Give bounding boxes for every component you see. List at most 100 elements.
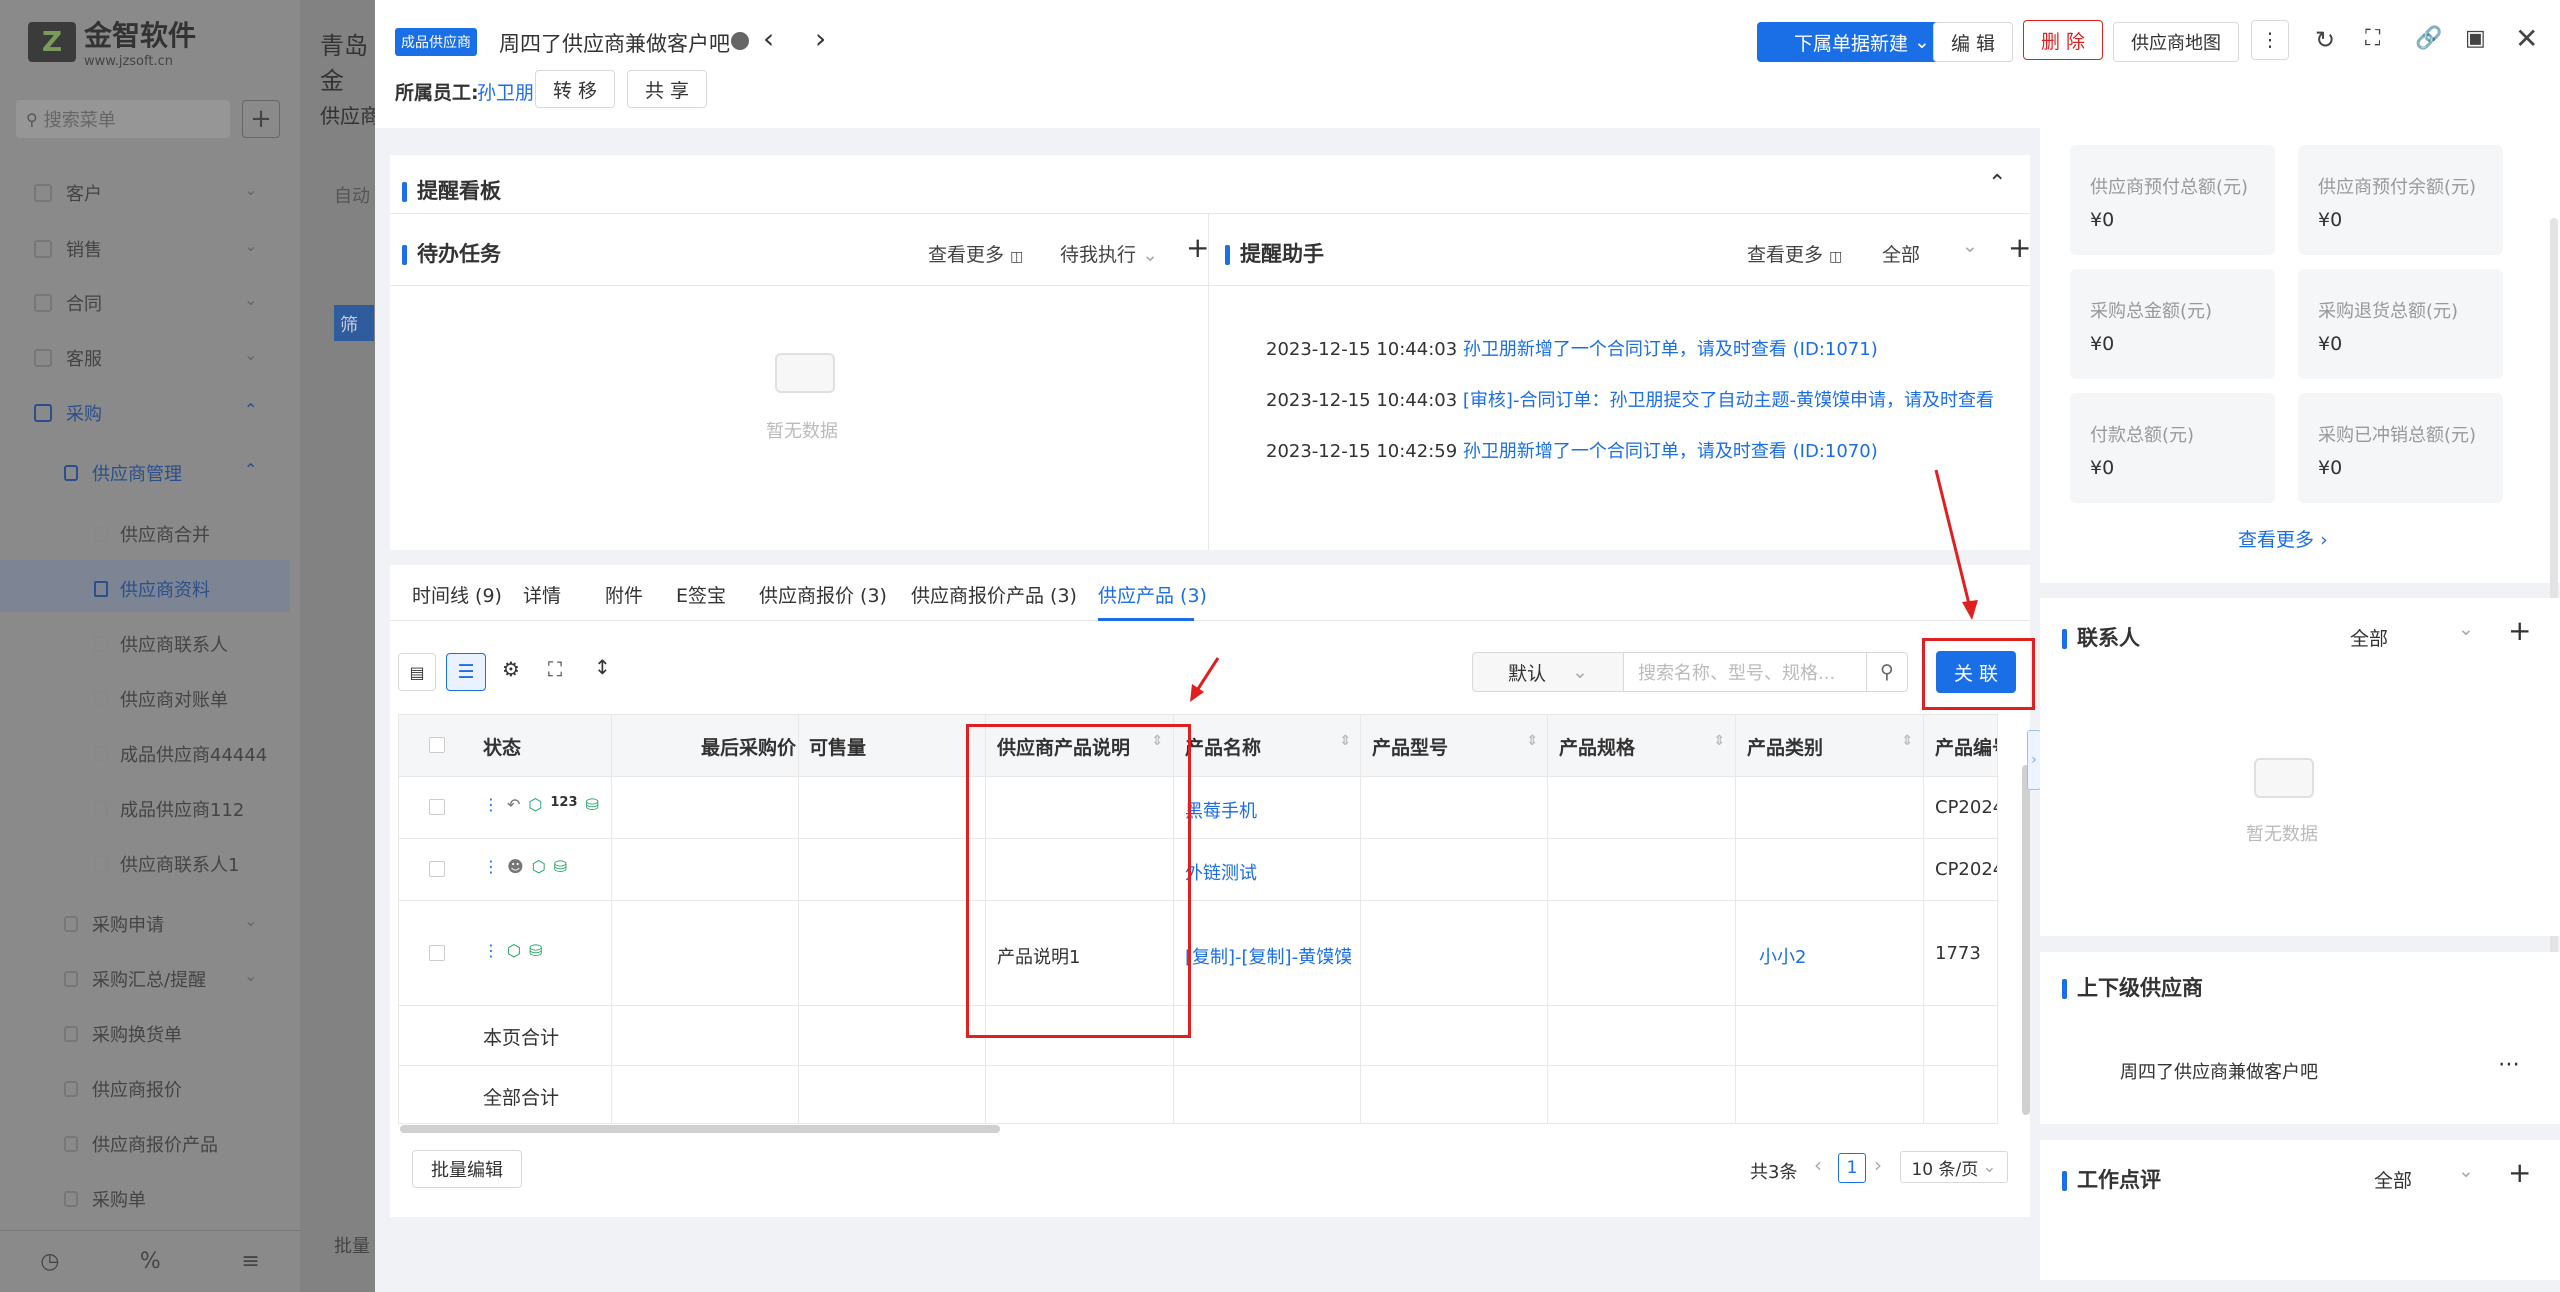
- tab-attachments[interactable]: 附件: [605, 581, 643, 608]
- sidebar-item-supplier-quote-product[interactable]: 供应商报价产品: [64, 1131, 218, 1157]
- history-icon[interactable]: ◷: [40, 1249, 59, 1274]
- review-filter-select[interactable]: 全部: [2374, 1166, 2412, 1193]
- product-code: CP20240: [1935, 797, 1997, 818]
- more-vertical-icon[interactable]: ⋮: [483, 795, 499, 814]
- refresh-icon[interactable]: ↻: [2315, 26, 2335, 54]
- sidebar-sub-contact[interactable]: 供应商联系人: [94, 631, 228, 657]
- sidebar-item-purchase-order[interactable]: 采购单: [64, 1186, 146, 1212]
- owner-name[interactable]: 孙卫朋: [477, 78, 534, 105]
- product-search-input[interactable]: 搜索名称、型号、规格...: [1623, 652, 1867, 692]
- sidebar-item-purchase[interactable]: 采购: [34, 400, 102, 426]
- next-record-icon[interactable]: ›: [815, 22, 826, 55]
- product-name-link[interactable]: 黑莓手机: [1185, 797, 1257, 823]
- list-view-button[interactable]: ☰: [446, 653, 486, 691]
- sidebar-item-supplier-quote[interactable]: 供应商报价: [64, 1076, 182, 1102]
- col-product-name[interactable]: 产品名称 ⇕: [1185, 733, 1357, 760]
- reminder-entry[interactable]: 2023-12-15 10:42:59 孙卫朋新增了一个合同订单，请及时查看 (…: [1266, 437, 1878, 463]
- review-title: 工作点评: [2062, 1164, 2161, 1194]
- more-vertical-icon[interactable]: ⋮: [483, 857, 499, 876]
- add-contact-icon[interactable]: +: [2508, 614, 2531, 647]
- card-view-button[interactable]: ▤: [398, 653, 436, 691]
- row-checkbox[interactable]: [429, 945, 445, 961]
- share-button[interactable]: 共 享: [627, 70, 707, 108]
- panel-toggle-handle[interactable]: ›: [2027, 730, 2041, 790]
- delete-button[interactable]: 删 除: [2023, 20, 2103, 60]
- search-button[interactable]: ⚲: [1866, 652, 1908, 692]
- sidebar-item-purchase-exchange[interactable]: 采购换货单: [64, 1021, 182, 1047]
- more-vertical-icon[interactable]: ⋮: [483, 941, 499, 960]
- menu-search[interactable]: ⚲ 搜索菜单: [16, 100, 230, 138]
- stat-card: 供应商预付余额(元) ¥0: [2298, 145, 2503, 255]
- sidebar-item-contract[interactable]: 合同: [34, 290, 102, 316]
- reminder-entry[interactable]: 2023-12-15 10:44:03 孙卫朋新增了一个合同订单，请及时查看 (…: [1266, 335, 1878, 361]
- collapse-up-icon[interactable]: ⌃: [1988, 171, 2006, 196]
- tab-esign[interactable]: E签宝: [676, 581, 726, 608]
- more-actions-button[interactable]: ⋮: [2251, 20, 2289, 60]
- tab-supplier-quote-product[interactable]: 供应商报价产品 (3): [911, 581, 1077, 608]
- add-todo-icon[interactable]: +: [1186, 231, 1209, 264]
- add-reminder-icon[interactable]: +: [2008, 231, 2031, 264]
- assistant-filter-select[interactable]: 全部: [1882, 240, 1920, 267]
- link-icon[interactable]: 🔗: [2415, 26, 2442, 51]
- todo-filter-select[interactable]: 待我执行 ⌄: [1060, 240, 1158, 267]
- sidebar-item-purchase-summary[interactable]: 采购汇总/提醒: [64, 966, 206, 992]
- table-scrollbar-v[interactable]: [2022, 765, 2030, 1115]
- col-spec[interactable]: 产品规格 ⇕: [1559, 733, 1731, 760]
- sidebar-sub-contact1[interactable]: 供应商联系人1: [94, 851, 239, 877]
- tab-details[interactable]: 详情: [523, 581, 561, 608]
- page-size-select[interactable]: 10 条/页 ⌄: [1900, 1151, 2008, 1183]
- hierarchy-item[interactable]: 周四了供应商兼做客户吧: [2120, 1058, 2318, 1084]
- number-icon: 123: [550, 795, 578, 810]
- sidebar-item-purchase-request[interactable]: 采购申请: [64, 911, 164, 937]
- sidebar-sub-profile[interactable]: 供应商资料: [94, 576, 210, 602]
- collapse-menu-icon[interactable]: ≡: [241, 1249, 259, 1274]
- add-review-icon[interactable]: +: [2508, 1156, 2531, 1189]
- product-category-link[interactable]: 小小2: [1759, 943, 1806, 969]
- fullscreen-icon[interactable]: ⛶: [548, 657, 562, 681]
- reminder-entry[interactable]: 2023-12-15 10:44:03 [审核]-合同订单：孙卫朋提交了自动主题…: [1266, 386, 1994, 412]
- sidebar-sub-supplier44444[interactable]: 成品供应商44444: [94, 741, 267, 767]
- menu-search-input[interactable]: 搜索菜单: [44, 106, 116, 132]
- close-icon[interactable]: ✕: [2515, 22, 2538, 55]
- supplier-map-button[interactable]: 供应商地图: [2113, 22, 2239, 62]
- current-page[interactable]: 1: [1838, 1153, 1866, 1183]
- tab-supplier-quote[interactable]: 供应商报价 (3): [759, 581, 887, 608]
- row-checkbox[interactable]: [429, 861, 445, 877]
- col-category[interactable]: 产品类别 ⇕: [1747, 733, 1919, 760]
- layout-icon[interactable]: ▣: [2465, 26, 2486, 51]
- product-name-link[interactable]: [复制]-[复制]-黄馍馍: [1185, 943, 1352, 969]
- edit-button[interactable]: 编 辑: [1933, 22, 2013, 62]
- product-name-link[interactable]: 外链测试: [1185, 859, 1257, 885]
- settings-icon[interactable]: ⚙: [502, 657, 520, 681]
- tab-timeline[interactable]: 时间线 (9): [412, 581, 502, 608]
- row-checkbox[interactable]: [429, 799, 445, 815]
- batch-edit-button[interactable]: 批量编辑: [412, 1150, 522, 1188]
- sort-select[interactable]: 默认 ⌄: [1472, 652, 1624, 692]
- table-scrollbar-h[interactable]: [400, 1125, 1000, 1133]
- add-menu-button[interactable]: +: [242, 100, 280, 138]
- tab-supplied-products[interactable]: 供应产品 (3): [1098, 581, 1207, 608]
- next-page-icon[interactable]: ›: [1874, 1153, 1882, 1177]
- col-last-price: 最后采购价: [701, 737, 797, 759]
- assistant-more-link[interactable]: 查看更多 ◫: [1747, 240, 1842, 267]
- contacts-filter-select[interactable]: 全部: [2350, 624, 2388, 651]
- stats-more-link[interactable]: 查看更多 ›: [2238, 525, 2328, 552]
- prev-record-icon[interactable]: ‹: [763, 22, 774, 55]
- col-model[interactable]: 产品型号 ⇕: [1372, 733, 1544, 760]
- prev-page-icon[interactable]: ‹: [1814, 1153, 1822, 1177]
- sidebar-item-customer[interactable]: 客户: [34, 180, 102, 206]
- sidebar-sub-merge[interactable]: 供应商合并: [94, 521, 210, 547]
- sidebar-item-service[interactable]: 客服: [34, 345, 102, 371]
- fullscreen-icon[interactable]: ⛶: [2365, 26, 2380, 51]
- row-height-icon[interactable]: ↕: [594, 655, 611, 679]
- sidebar-group-supplier[interactable]: 供应商管理: [64, 460, 182, 486]
- select-all-checkbox[interactable]: [429, 737, 445, 753]
- todo-more-link[interactable]: 查看更多 ◫: [928, 240, 1023, 267]
- sidebar-sub-supplier112[interactable]: 成品供应商112: [94, 796, 244, 822]
- percent-icon[interactable]: %: [140, 1249, 161, 1274]
- more-horizontal-icon[interactable]: ⋯: [2498, 1052, 2520, 1077]
- transfer-button[interactable]: 转 移: [535, 70, 615, 108]
- sidebar-sub-statement[interactable]: 供应商对账单: [94, 686, 228, 712]
- sort-icon: ⇕: [1901, 733, 1913, 749]
- sidebar-item-sales[interactable]: 销售: [34, 236, 102, 262]
